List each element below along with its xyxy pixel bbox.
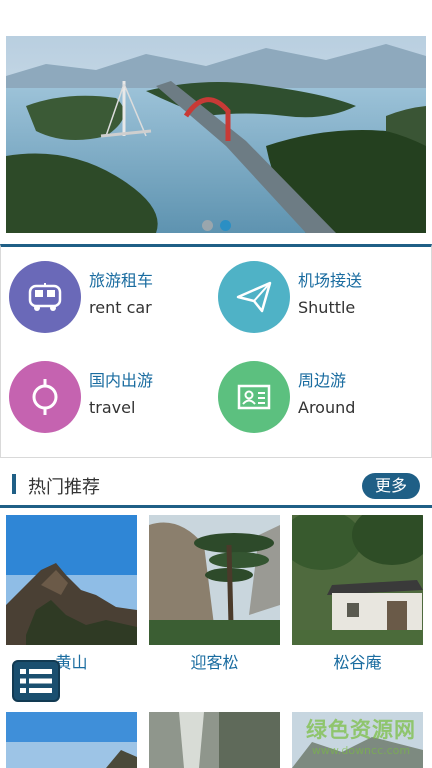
- hot-item-label[interactable]: 松谷庵: [292, 649, 423, 673]
- list-menu-button[interactable]: [12, 660, 60, 702]
- id-card-icon: [218, 361, 290, 433]
- service-title-cn: 国内出游: [89, 371, 154, 390]
- banner-image: [6, 36, 426, 233]
- service-shuttle[interactable]: 机场接送 Shuttle: [210, 247, 420, 337]
- watermark-text: 绿色资源网: [306, 718, 416, 742]
- hot-item-label[interactable]: 迎客松: [149, 649, 280, 673]
- banner-carousel[interactable]: [6, 36, 426, 233]
- service-title-cn: 机场接送: [298, 271, 363, 290]
- service-title-cn: 旅游租车: [89, 271, 154, 290]
- service-rent-car[interactable]: 旅游租车 rent car: [1, 247, 211, 337]
- hot-item-image[interactable]: [6, 712, 137, 768]
- section-accent-bar: [12, 474, 16, 494]
- more-button[interactable]: 更多: [362, 473, 420, 499]
- service-title-en: rent car: [89, 298, 152, 317]
- watermark-url: www.downcc.com: [311, 744, 411, 757]
- carousel-dot[interactable]: [201, 220, 213, 231]
- paper-plane-icon: [218, 261, 290, 333]
- hot-item-temple-image[interactable]: [292, 515, 423, 645]
- service-title-en: Shuttle: [298, 298, 356, 317]
- services-panel: 旅游租车 rent car 机场接送 Shuttle 国内出游 travel 周…: [0, 244, 432, 458]
- section-title: 热门推荐: [28, 477, 100, 498]
- hot-section-header: 热门推荐 更多: [0, 468, 432, 508]
- carousel-dot-active[interactable]: [219, 220, 231, 231]
- service-title-cn: 周边游: [298, 371, 347, 390]
- bus-icon: [9, 261, 81, 333]
- service-travel[interactable]: 国内出游 travel: [1, 347, 211, 437]
- service-title-en: travel: [89, 398, 136, 417]
- hot-item-huangshan-image[interactable]: [6, 515, 137, 645]
- hot-item-image[interactable]: [149, 712, 280, 768]
- watermark: 绿色资源网 www.downcc.com: [296, 714, 426, 757]
- service-around[interactable]: 周边游 Around: [210, 347, 420, 437]
- list-menu-icon: [20, 669, 52, 693]
- hot-item-pine-image[interactable]: [149, 515, 280, 645]
- carousel-indicator: [6, 220, 426, 231]
- service-title-en: Around: [298, 398, 356, 417]
- compass-ring-icon: [9, 361, 81, 433]
